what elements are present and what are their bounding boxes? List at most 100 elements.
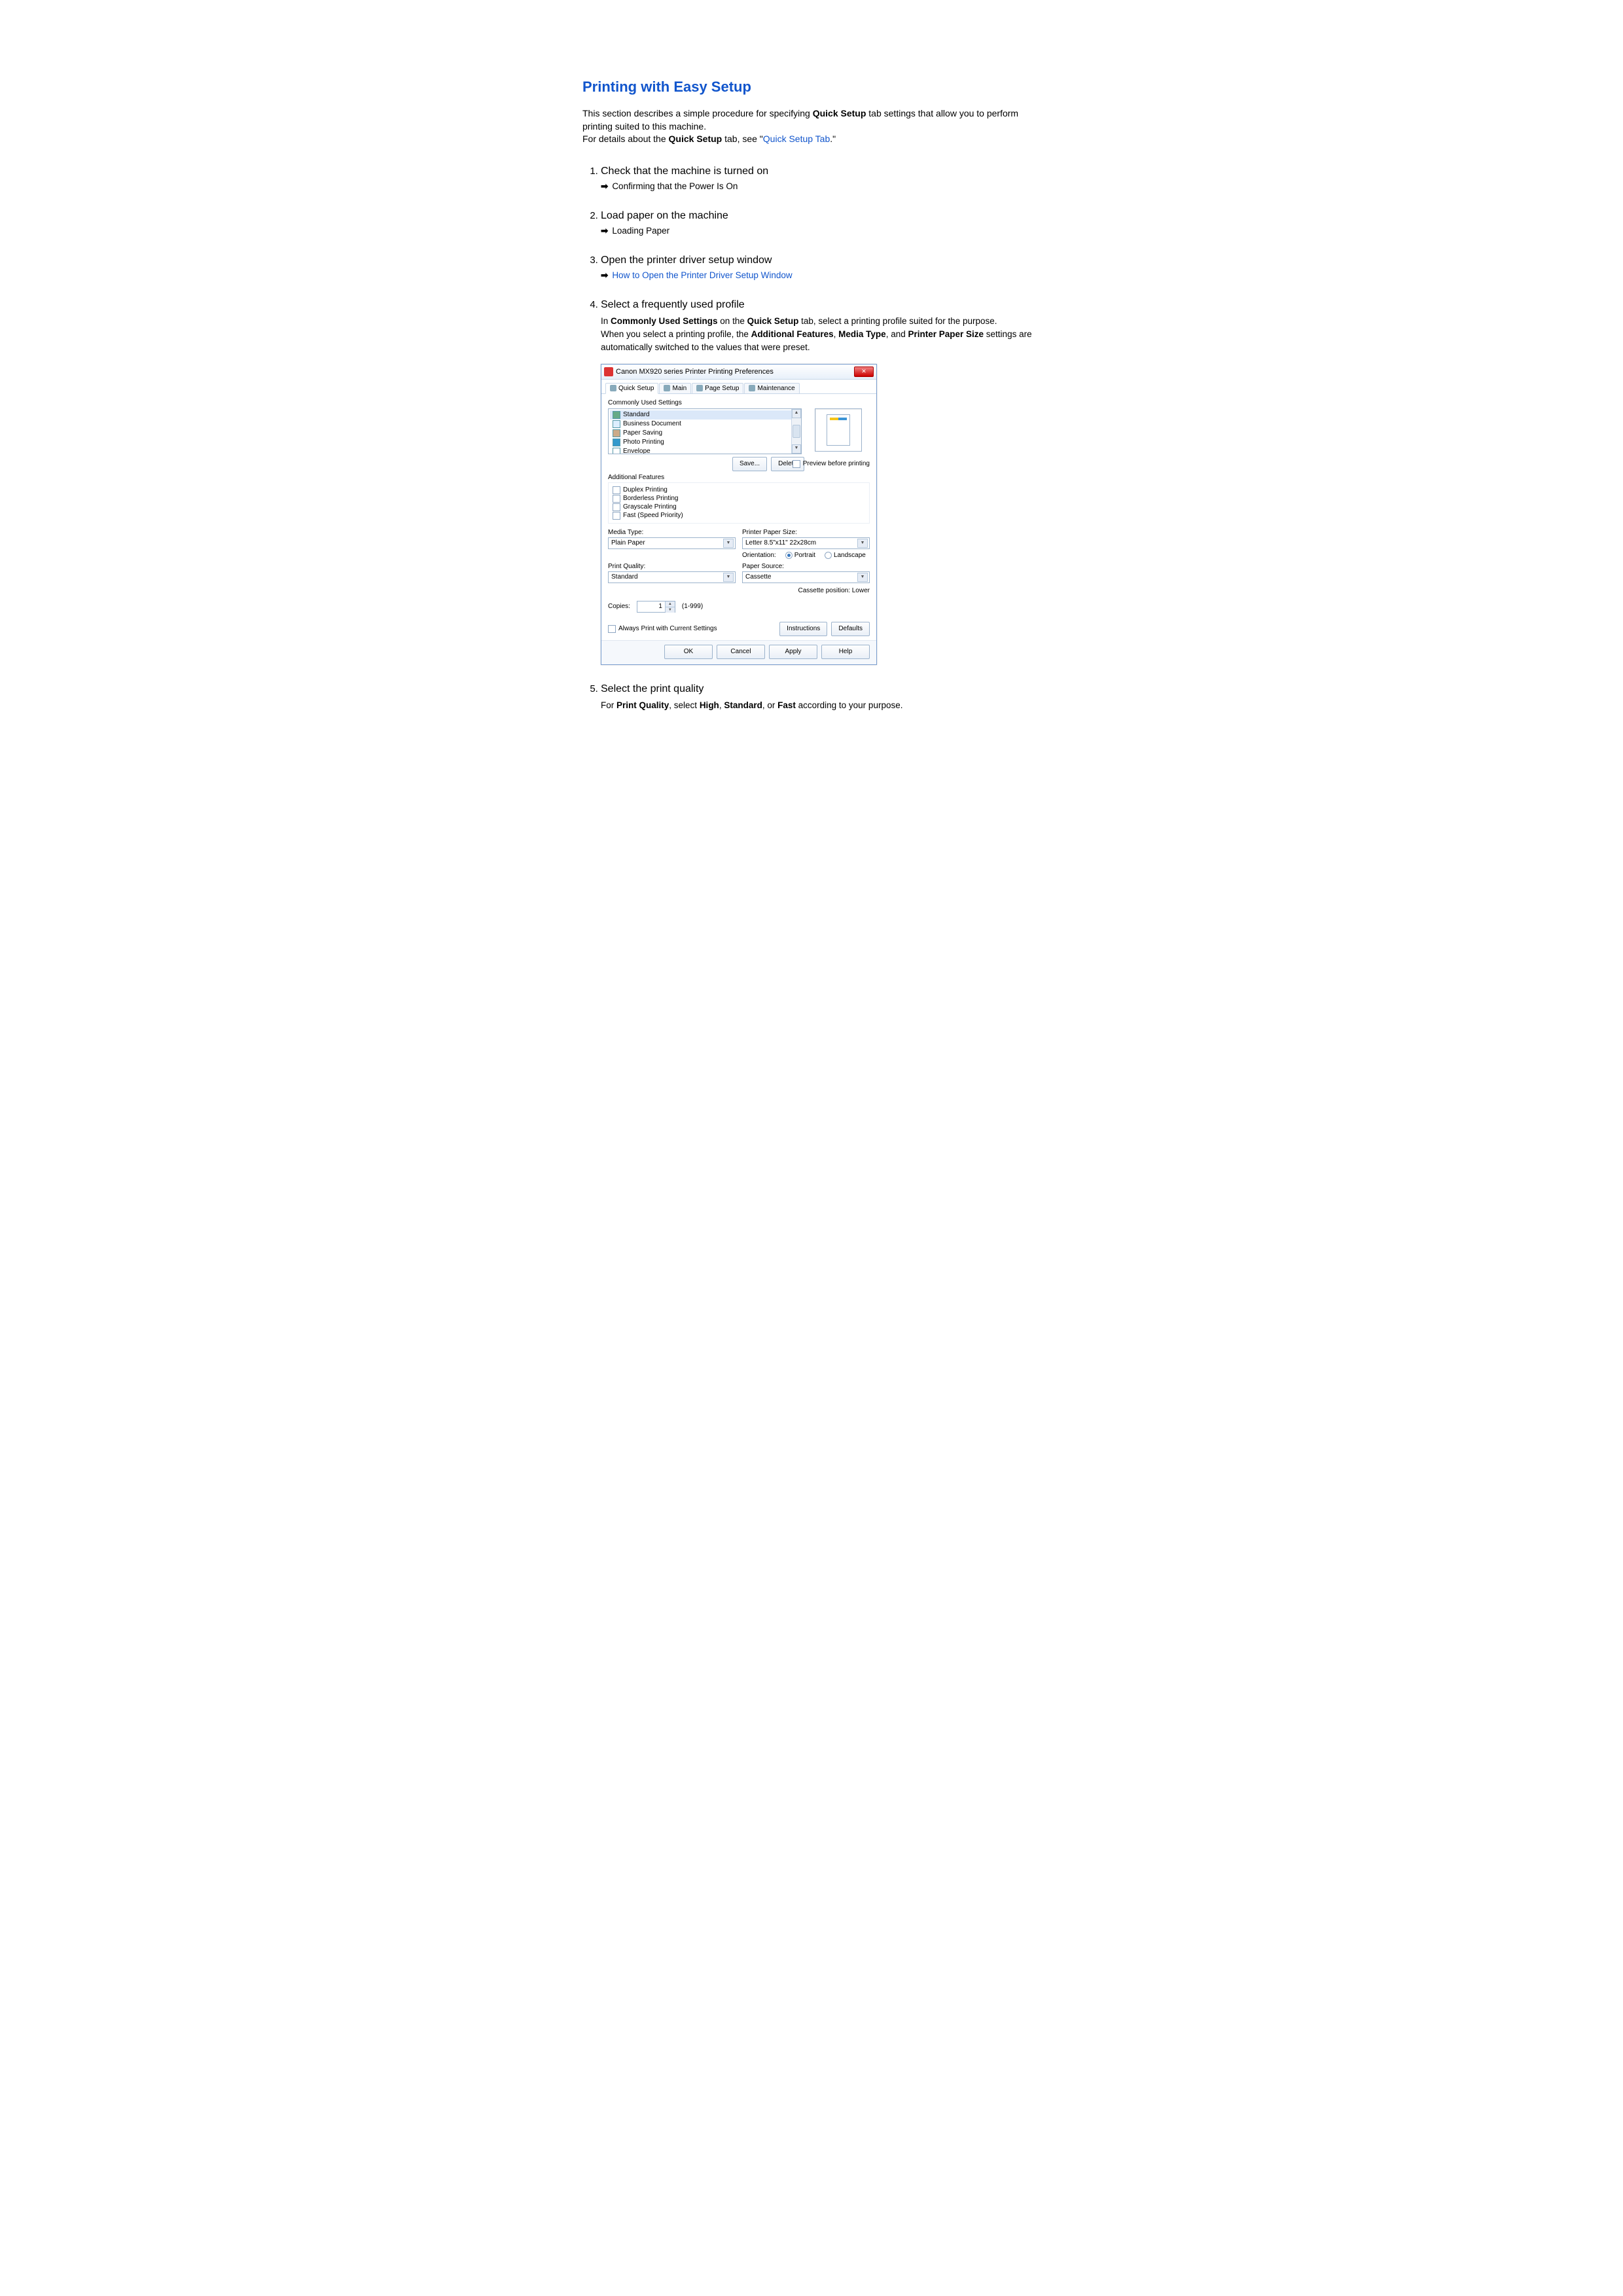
t: High	[700, 700, 719, 710]
fast-checkbox[interactable]: Fast (Speed Priority)	[613, 512, 865, 520]
save-button[interactable]: Save...	[732, 457, 767, 471]
copies-input[interactable]	[637, 601, 665, 612]
tab-main[interactable]: Main	[659, 383, 691, 394]
copies-spinner[interactable]: ▲▼	[637, 601, 675, 613]
scroll-down-icon[interactable]: ▼	[792, 444, 801, 454]
arrow-icon: ➡	[601, 181, 608, 192]
spinner-down-icon[interactable]: ▼	[666, 607, 675, 613]
paper-size-combo[interactable]: Letter 8.5"x11" 22x28cm ▼	[742, 537, 870, 549]
spinner-up-icon[interactable]: ▲	[666, 601, 675, 607]
profile-envelope[interactable]: Envelope	[610, 447, 800, 454]
step5-head: Select the print quality	[601, 683, 1041, 695]
page-title: Printing with Easy Setup	[582, 79, 1041, 96]
intro-part: For details about the	[582, 134, 669, 144]
help-button[interactable]: Help	[821, 645, 870, 659]
tab-icon	[749, 385, 755, 391]
step1-head: Check that the machine is turned on	[601, 166, 1041, 177]
combo-value: Plain Paper	[611, 539, 645, 547]
always-print-checkbox[interactable]: Always Print with Current Settings	[608, 625, 717, 633]
chevron-down-icon: ▼	[723, 539, 734, 548]
profile-icon	[613, 411, 620, 419]
t: , and	[886, 329, 908, 339]
portrait-radio[interactable]: Portrait	[785, 552, 815, 559]
quick-setup-tab-link[interactable]: Quick Setup Tab	[763, 134, 830, 144]
scroll-up-icon[interactable]: ▲	[792, 409, 801, 418]
instructions-button[interactable]: Instructions	[779, 622, 827, 636]
step2-sub: Loading Paper	[612, 226, 669, 236]
tab-page-setup[interactable]: Page Setup	[692, 383, 743, 394]
dialog-title: Canon MX920 series Printer Printing Pref…	[616, 368, 854, 376]
profile-label: Envelope	[623, 448, 651, 454]
scrollbar[interactable]: ▲ ▼	[791, 409, 801, 454]
radio-icon	[785, 552, 793, 559]
app-icon	[604, 367, 613, 376]
media-type-combo[interactable]: Plain Paper ▼	[608, 537, 736, 549]
tab-label: Main	[672, 385, 687, 392]
intro-part: ."	[830, 134, 836, 144]
step4-text: In Commonly Used Settings on the Quick S…	[601, 315, 1041, 355]
radio-label: Landscape	[834, 552, 866, 559]
tab-label: Maintenance	[757, 385, 794, 392]
grayscale-checkbox[interactable]: Grayscale Printing	[613, 503, 865, 511]
tab-label: Page Setup	[705, 385, 739, 392]
copies-label: Copies:	[608, 603, 630, 610]
open-driver-window-link[interactable]: How to Open the Printer Driver Setup Win…	[612, 270, 792, 280]
t: on the	[718, 316, 747, 326]
profile-label: Paper Saving	[623, 429, 662, 437]
step2-head: Load paper on the machine	[601, 210, 1041, 222]
t: Print Quality	[616, 700, 669, 710]
cancel-button[interactable]: Cancel	[717, 645, 765, 659]
close-button[interactable]: ✕	[854, 367, 874, 377]
checkbox-icon	[613, 503, 620, 511]
tab-icon	[610, 385, 616, 391]
checkbox-label: Borderless Printing	[623, 495, 678, 502]
step3-head: Open the printer driver setup window	[601, 255, 1041, 266]
combo-value: Standard	[611, 573, 638, 581]
intro-part: tab, see "	[722, 134, 763, 144]
profile-paper-saving[interactable]: Paper Saving	[610, 429, 800, 438]
t: , select	[669, 700, 700, 710]
duplex-checkbox[interactable]: Duplex Printing	[613, 486, 865, 494]
t: When you select a printing profile, the	[601, 329, 751, 339]
t: tab, select a printing profile suited fo…	[798, 316, 997, 326]
copies-range: (1-999)	[682, 603, 703, 610]
t: Standard	[724, 700, 762, 710]
scroll-thumb[interactable]	[793, 425, 800, 438]
checkbox-icon	[613, 495, 620, 503]
t: Printer Paper Size	[908, 329, 984, 339]
profile-icon	[613, 439, 620, 446]
t: Commonly Used Settings	[611, 316, 718, 326]
commonly-used-label: Commonly Used Settings	[608, 399, 870, 406]
step1-sub: Confirming that the Power Is On	[612, 181, 738, 191]
ok-button[interactable]: OK	[664, 645, 713, 659]
arrow-icon: ➡	[601, 270, 608, 281]
printing-preferences-dialog: Canon MX920 series Printer Printing Pref…	[601, 364, 877, 665]
paper-source-combo[interactable]: Cassette ▼	[742, 571, 870, 583]
profiles-list[interactable]: Standard Business Document Paper Saving …	[608, 408, 802, 454]
tab-maintenance[interactable]: Maintenance	[744, 383, 799, 394]
chevron-down-icon: ▼	[857, 539, 868, 548]
profile-label: Business Document	[623, 420, 681, 427]
preview-before-printing-checkbox[interactable]: Preview before printing	[793, 460, 870, 468]
print-quality-combo[interactable]: Standard ▼	[608, 571, 736, 583]
additional-features-label: Additional Features	[608, 474, 870, 481]
checkbox-label: Always Print with Current Settings	[618, 625, 717, 632]
t: For	[601, 700, 616, 710]
profile-standard[interactable]: Standard	[610, 410, 800, 420]
landscape-radio[interactable]: Landscape	[825, 552, 866, 559]
t: Media Type	[838, 329, 886, 339]
profile-label: Photo Printing	[623, 439, 664, 446]
orientation-label: Orientation:	[742, 552, 776, 559]
paper-size-label: Printer Paper Size:	[742, 529, 870, 536]
t: Additional Features	[751, 329, 834, 339]
defaults-button[interactable]: Defaults	[831, 622, 870, 636]
profile-business[interactable]: Business Document	[610, 420, 800, 429]
apply-button[interactable]: Apply	[769, 645, 817, 659]
media-type-label: Media Type:	[608, 529, 736, 536]
step4-head: Select a frequently used profile	[601, 299, 1041, 311]
profile-photo[interactable]: Photo Printing	[610, 438, 800, 447]
tab-quick-setup[interactable]: Quick Setup	[605, 383, 658, 394]
cassette-position-note: Cassette position: Lower	[742, 587, 870, 594]
profile-icon	[613, 420, 620, 428]
borderless-checkbox[interactable]: Borderless Printing	[613, 495, 865, 503]
